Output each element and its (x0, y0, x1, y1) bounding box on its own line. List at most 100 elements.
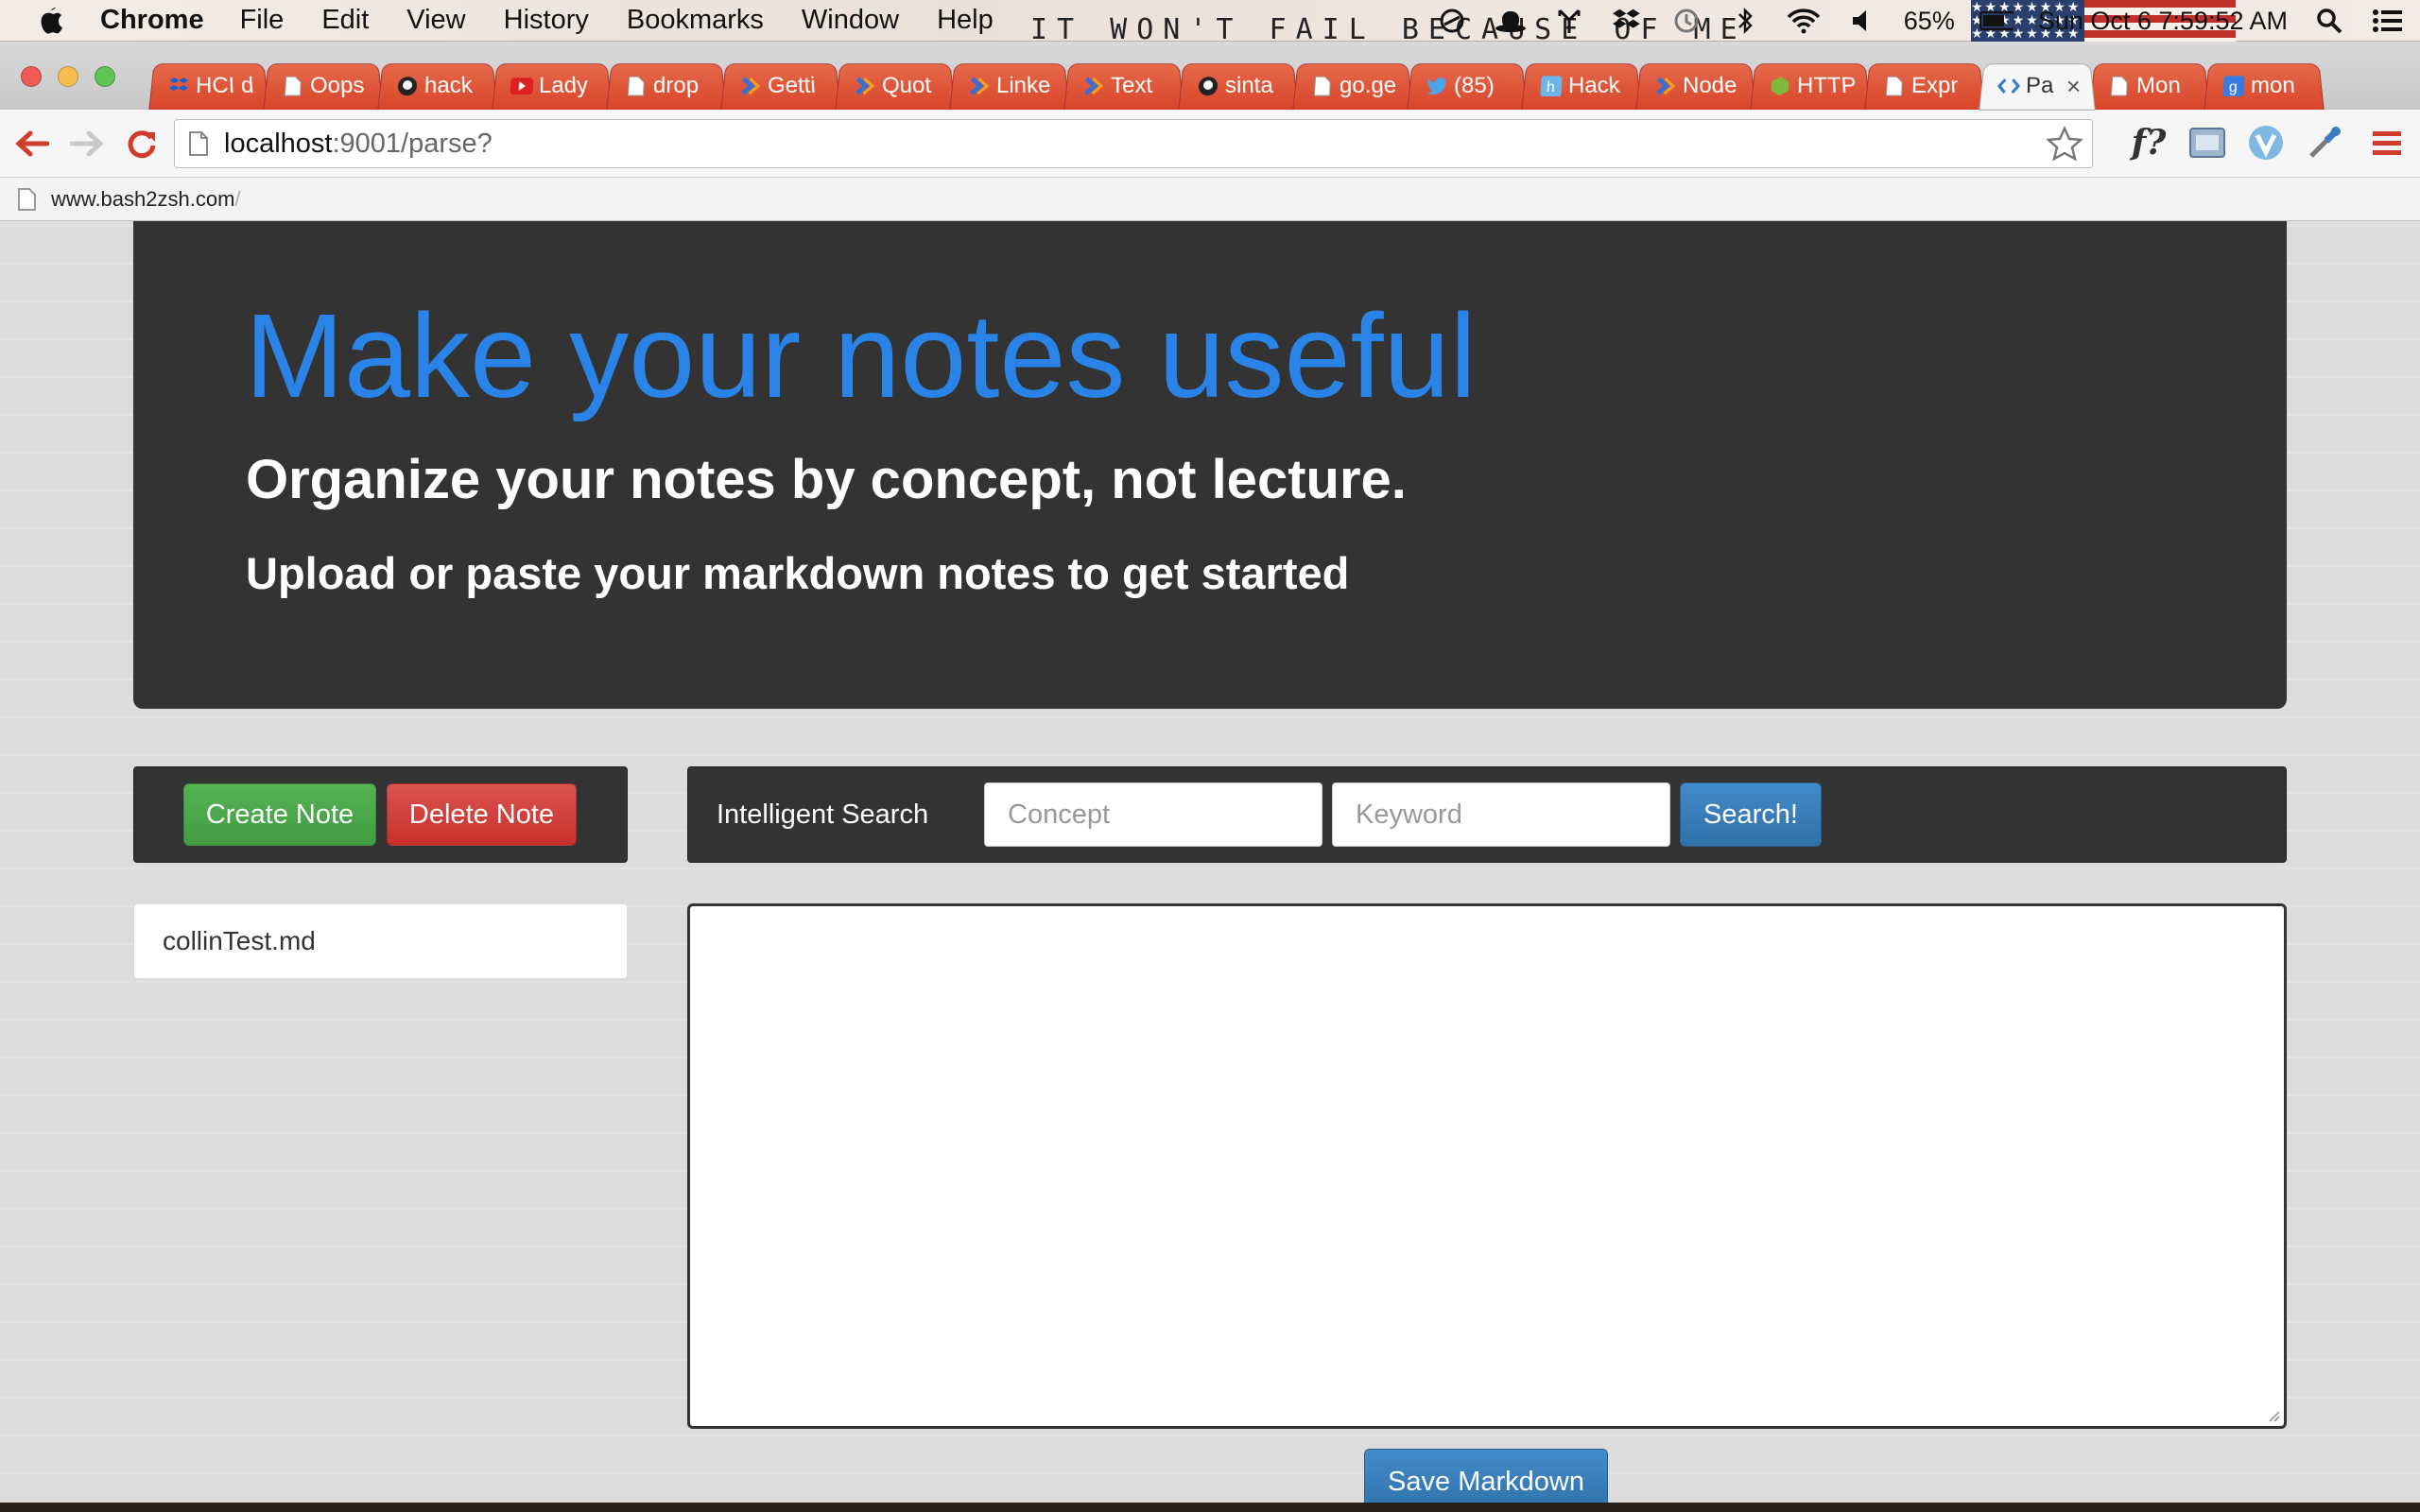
menu-history[interactable]: History (504, 5, 589, 36)
tab-4[interactable]: drop (606, 63, 727, 111)
bluetooth-icon[interactable] (1728, 7, 1762, 35)
minimize-window-button[interactable] (58, 66, 78, 87)
vimium-icon[interactable] (2244, 121, 2288, 164)
tab-10[interactable]: go.ge (1292, 63, 1413, 111)
eyedropper-icon[interactable] (2303, 121, 2346, 164)
tab-7[interactable]: Linke (949, 63, 1070, 111)
tab-label: HCI d (195, 73, 255, 99)
tab-1[interactable]: Oops (263, 63, 384, 111)
chevron-icon (1653, 75, 1677, 97)
tab-16[interactable]: Pa × (1979, 63, 2096, 111)
url-path: :9001/parse? (332, 128, 493, 159)
address-bar[interactable]: localhost :9001/parse? (174, 119, 2093, 168)
back-arrow-icon (15, 130, 49, 156)
resize-grip-icon[interactable] (2265, 1407, 2280, 1422)
menu-view[interactable]: View (406, 5, 465, 36)
menu-file[interactable]: File (240, 5, 285, 36)
create-note-button[interactable]: Create Note (183, 783, 376, 846)
close-tab-icon[interactable]: × (2066, 72, 2082, 101)
bookmarks-bar: www.bash2zsh.com / (0, 178, 2420, 221)
fork-icon[interactable] (1552, 7, 1586, 35)
tab-9[interactable]: sinta (1178, 63, 1299, 111)
tab-label: HTTP (1796, 73, 1858, 99)
tab-17[interactable]: Mon (2089, 63, 2210, 111)
tab-label: Oops (309, 73, 366, 99)
battery-icon[interactable] (1979, 7, 2014, 35)
tab-label: (85) (1453, 73, 1495, 99)
tab-label: hack (424, 73, 474, 99)
tab-15[interactable]: Expr (1864, 63, 1985, 111)
tab-label: go.ge (1339, 73, 1398, 99)
reload-button[interactable] (119, 121, 164, 166)
page-icon (189, 131, 208, 156)
page-icon (281, 75, 304, 97)
search-button[interactable]: Search! (1680, 782, 1822, 847)
tab-label: Node (1682, 73, 1738, 99)
menu-help[interactable]: Help (937, 5, 994, 36)
screenshot-extension-icon[interactable] (2186, 121, 2229, 164)
hat-icon[interactable] (1494, 7, 1528, 35)
twitter-icon (1425, 75, 1448, 97)
tab-5[interactable]: Getti (720, 63, 841, 111)
tab-0[interactable]: HCI d (148, 63, 269, 111)
tab-label: Mon (2135, 73, 2182, 99)
tab-11[interactable]: (85) (1407, 63, 1528, 111)
zoom-window-button[interactable] (95, 66, 115, 87)
circle-slash-icon[interactable] (1435, 7, 1469, 35)
intelligent-search-panel: Intelligent Search Concept Keyword Searc… (687, 766, 2287, 863)
delete-note-button[interactable]: Delete Note (387, 783, 577, 846)
tab-2[interactable]: hack (377, 63, 498, 111)
page-icon (2107, 75, 2131, 97)
tab-label: sinta (1224, 73, 1274, 99)
bookmark-star-icon[interactable] (2047, 126, 2083, 162)
chrome-menu-icon[interactable] (2365, 121, 2409, 164)
github-icon (1196, 75, 1219, 97)
forward-button[interactable] (64, 121, 110, 166)
tab-14[interactable]: HTTP (1750, 63, 1871, 111)
tab-3[interactable]: Lady (492, 63, 613, 111)
chevron-icon (1081, 75, 1105, 97)
note-list-item[interactable]: collinTest.md (133, 903, 628, 979)
volume-icon[interactable] (1845, 7, 1879, 35)
github-icon (395, 75, 419, 97)
dropbox-icon (166, 75, 190, 97)
tab-label: Getti (767, 73, 817, 99)
tab-list: HCI d Oops hack Lady drop Getti Quot Linke Text s… (148, 62, 2325, 111)
keyword-input[interactable]: Keyword (1332, 782, 1670, 847)
font-finder-icon[interactable]: f? (2127, 121, 2170, 164)
tab-label: Expr (1910, 73, 1960, 99)
window-controls (21, 66, 115, 87)
bookmark-item[interactable]: www.bash2zsh.com (51, 187, 234, 212)
tab-8[interactable]: Text (1063, 63, 1184, 111)
notification-center-icon[interactable] (2371, 7, 2405, 35)
concept-input[interactable]: Concept (984, 782, 1322, 847)
tab-13[interactable]: Node (1635, 63, 1756, 111)
close-window-button[interactable] (21, 66, 42, 87)
dropbox-menubar-icon[interactable] (1611, 7, 1645, 35)
menu-app-chrome[interactable]: Chrome (100, 5, 204, 36)
tab-label: Text (1110, 73, 1153, 99)
mac-menu-bar: Chrome File Edit View History Bookmarks … (0, 0, 2420, 46)
apple-icon[interactable] (34, 4, 68, 38)
menubar-clock[interactable]: Sun Oct 6 7:59:52 AM (2038, 7, 2288, 36)
markdown-editor[interactable] (687, 903, 2287, 1429)
back-button[interactable] (9, 121, 55, 166)
tab-6[interactable]: Quot (835, 63, 956, 111)
wifi-icon[interactable] (1787, 7, 1821, 35)
bookmark-suffix: / (234, 186, 241, 211)
menu-bookmarks[interactable]: Bookmarks (627, 5, 764, 36)
hero-tagline: Upload or paste your markdown notes to g… (246, 548, 1350, 598)
google-icon: g (2221, 75, 2245, 97)
chevron-icon (853, 75, 876, 97)
time-machine-icon[interactable] (1669, 7, 1703, 35)
spotlight-icon[interactable] (2312, 7, 2346, 35)
menu-window[interactable]: Window (802, 5, 899, 36)
menu-edit[interactable]: Edit (321, 5, 369, 36)
menu-extras: 65% Sun Oct 6 7:59:52 AM (1435, 0, 2405, 42)
page-icon (1310, 75, 1334, 97)
tab-12[interactable]: h Hack (1521, 63, 1642, 111)
search-label: Intelligent Search (717, 799, 929, 830)
tab-label: Hack (1567, 73, 1621, 99)
tab-18[interactable]: g mon (2204, 63, 2325, 111)
browser-toolbar: localhost :9001/parse? f? (0, 110, 2420, 178)
